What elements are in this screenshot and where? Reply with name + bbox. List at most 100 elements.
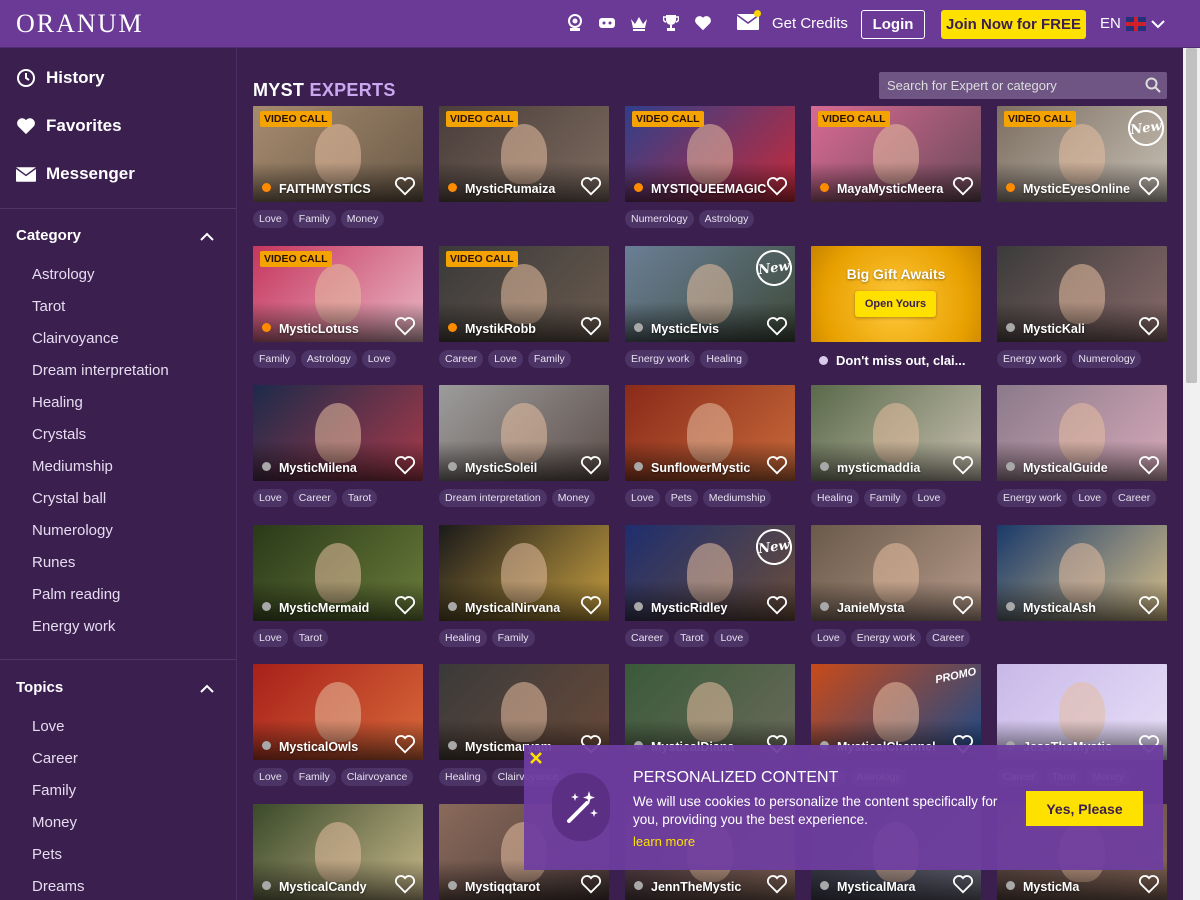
tag-chip[interactable]: Pets <box>664 489 698 507</box>
expert-thumbnail[interactable]: MysticSoleil <box>439 385 609 481</box>
expert-thumbnail[interactable]: MysticalGuide <box>997 385 1167 481</box>
login-button[interactable]: Login <box>861 10 925 39</box>
tag-chip[interactable]: Career <box>625 628 670 647</box>
tag-chip[interactable]: Love <box>625 489 660 507</box>
favorite-heart-icon[interactable] <box>1138 455 1160 475</box>
tag-chip[interactable]: Tarot <box>341 489 378 507</box>
tag-chip[interactable]: Family <box>863 489 907 507</box>
expert-thumbnail[interactable]: MysticalOwls <box>253 664 423 760</box>
expert-card[interactable]: VIDEO CALL MystikRobb Career Love Family <box>439 245 609 386</box>
expert-name[interactable]: MysticElvis <box>651 322 719 336</box>
expert-thumbnail[interactable]: VIDEO CALL MYSTIQUEEMAGIC <box>625 106 795 202</box>
expert-name[interactable]: MysticLotuss <box>279 322 359 336</box>
expert-name[interactable]: MysticRumaiza <box>465 182 555 196</box>
tag-chip[interactable]: Career <box>439 349 484 368</box>
favorite-heart-icon[interactable] <box>766 176 788 196</box>
expert-name[interactable]: JennTheMystic <box>651 880 741 894</box>
crown-icon[interactable] <box>630 12 648 34</box>
expert-thumbnail[interactable]: VIDEO CALL FAITHMYSTICS <box>253 106 423 202</box>
expert-name[interactable]: MysticalNirvana <box>465 601 560 615</box>
trophy-icon[interactable] <box>662 12 680 34</box>
expert-name[interactable]: MysticalCandy <box>279 880 367 894</box>
topic-item[interactable]: Money <box>32 814 77 831</box>
category-item[interactable]: Crystals <box>32 426 86 443</box>
expert-card[interactable]: MysticSoleil Dream interpretation Money <box>439 385 609 525</box>
topic-item[interactable]: Family <box>32 782 76 799</box>
tag-chip[interactable]: Energy work <box>997 349 1068 368</box>
expert-thumbnail[interactable]: MysticMermaid <box>253 524 423 621</box>
expert-thumbnail[interactable]: New MysticRidley <box>625 524 795 621</box>
tag-chip[interactable]: Healing <box>700 349 748 368</box>
tag-chip[interactable]: Career <box>1112 489 1157 507</box>
tag-chip[interactable]: Love <box>811 628 846 647</box>
expert-name[interactable]: MysticalAsh <box>1023 601 1096 615</box>
category-item[interactable]: Numerology <box>32 522 113 539</box>
expert-name[interactable]: MysticSoleil <box>465 461 537 475</box>
tag-chip[interactable]: Love <box>714 628 750 647</box>
gift-banner[interactable]: Big Gift Awaits Open Yours <box>811 245 981 342</box>
category-item[interactable]: Crystal ball <box>32 490 106 507</box>
category-item[interactable]: Astrology <box>32 266 95 283</box>
expert-name[interactable]: MysticKali <box>1023 322 1085 336</box>
tag-chip[interactable]: Astrology <box>300 349 357 368</box>
tag-chip[interactable]: Clairvoyance <box>340 768 414 786</box>
expert-name[interactable]: MysticalGuide <box>1023 461 1108 475</box>
expert-name[interactable]: MysticalOwls <box>279 740 358 754</box>
expert-name[interactable]: MystikRobb <box>465 322 536 336</box>
tag-chip[interactable]: Family <box>491 628 535 647</box>
category-item[interactable]: Clairvoyance <box>32 330 119 347</box>
sidebar-history[interactable]: History <box>16 68 105 88</box>
favorite-heart-icon[interactable] <box>394 595 416 615</box>
favorite-heart-icon[interactable] <box>766 595 788 615</box>
tag-chip[interactable]: Love <box>253 210 288 228</box>
expert-card[interactable]: VIDEO CALL MayaMysticMeera <box>811 106 981 246</box>
favorite-heart-icon[interactable] <box>580 455 602 475</box>
tag-chip[interactable]: Love <box>911 489 947 507</box>
tag-chip[interactable]: Money <box>340 210 385 228</box>
tag-chip[interactable]: Love <box>488 349 523 368</box>
favorites-heart-icon[interactable] <box>694 12 712 34</box>
favorite-heart-icon[interactable] <box>580 595 602 615</box>
chevron-up-icon[interactable] <box>200 682 214 696</box>
expert-thumbnail[interactable]: VIDEO CALL MysticRumaiza <box>439 106 609 202</box>
favorite-heart-icon[interactable] <box>580 874 602 894</box>
expert-card[interactable]: MysticMermaid Love Tarot <box>253 524 423 665</box>
tag-chip[interactable]: Energy work <box>850 628 922 647</box>
tag-chip[interactable]: Numerology <box>625 210 694 228</box>
search-input[interactable]: Search for Expert or category <box>879 72 1167 99</box>
tag-chip[interactable]: Tarot <box>292 628 329 647</box>
expert-card[interactable]: MysticKali Energy work Numerology <box>997 245 1167 386</box>
tag-chip[interactable]: Energy work <box>997 489 1068 507</box>
expert-thumbnail[interactable]: MysticalNirvana <box>439 524 609 621</box>
expert-name[interactable]: MysticEyesOnline <box>1023 182 1130 196</box>
expert-name[interactable]: Mystiqqtarot <box>465 880 540 894</box>
expert-thumbnail[interactable]: MysticalCandy <box>253 803 423 900</box>
favorite-heart-icon[interactable] <box>766 455 788 475</box>
tag-chip[interactable]: Healing <box>811 489 859 507</box>
favorite-heart-icon[interactable] <box>1138 595 1160 615</box>
expert-card[interactable]: New MysticElvis Energy work Healing <box>625 245 795 386</box>
favorite-heart-icon[interactable] <box>952 176 974 196</box>
expert-thumbnail[interactable]: JanieMysta <box>811 524 981 621</box>
language-selector[interactable]: EN <box>1100 15 1165 32</box>
tag-chip[interactable]: Career <box>926 628 971 647</box>
favorite-heart-icon[interactable] <box>580 176 602 196</box>
expert-card[interactable]: MysticalAsh <box>997 524 1167 665</box>
expert-name[interactable]: MysticRidley <box>651 601 727 615</box>
expert-card[interactable]: MysticalNirvana Healing Family <box>439 524 609 665</box>
category-item[interactable]: Energy work <box>32 618 115 635</box>
close-icon[interactable] <box>529 751 543 765</box>
expert-card[interactable]: VIDEO CALL FAITHMYSTICS Love Family Money <box>253 106 423 246</box>
messages-icon[interactable] <box>736 10 761 32</box>
topic-item[interactable]: Career <box>32 750 78 767</box>
expert-thumbnail[interactable]: MysticMilena <box>253 385 423 481</box>
expert-name[interactable]: MysticMermaid <box>279 601 369 615</box>
expert-thumbnail[interactable]: VIDEO CALL MystikRobb <box>439 245 609 342</box>
expert-name[interactable]: FAITHMYSTICS <box>279 182 371 196</box>
tag-chip[interactable]: Family <box>527 349 571 368</box>
expert-card[interactable]: MysticalGuide Energy work Love Career <box>997 385 1167 525</box>
topic-item[interactable]: Love <box>32 718 65 735</box>
expert-card[interactable]: VIDEO CALL MysticRumaiza <box>439 106 609 246</box>
favorite-heart-icon[interactable] <box>394 316 416 336</box>
expert-thumbnail[interactable]: New MysticElvis <box>625 245 795 342</box>
